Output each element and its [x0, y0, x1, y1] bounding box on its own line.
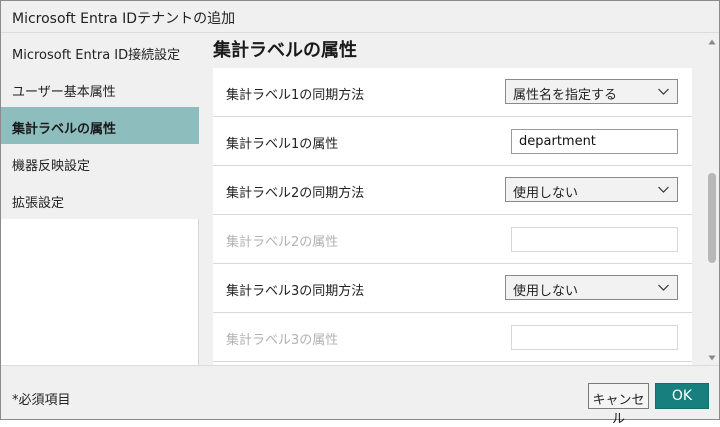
chevron-down-icon — [658, 284, 669, 291]
select-value: 属性名を指定する — [513, 88, 618, 103]
dialog-title: Microsoft Entra IDテナントの追加 — [12, 11, 236, 27]
chevron-down-icon — [658, 186, 669, 193]
field-label: 集計ラベル2の同期方法 — [226, 186, 365, 201]
scrollbar-thumb[interactable] — [708, 173, 716, 263]
form-panel: 集計ラベル1の同期方法 属性名を指定する 集計ラベル1の属性 departmen… — [213, 68, 692, 365]
form-row-label1-sync-method: 集計ラベル1の同期方法 属性名を指定する — [213, 68, 692, 117]
section-title: 集計ラベルの属性 — [213, 40, 357, 61]
input-value: department — [519, 134, 596, 149]
label2-sync-method-select[interactable]: 使用しない — [505, 177, 678, 202]
content-area: 集計ラベルの属性 集計ラベル1の同期方法 属性名を指定する 集計ラベル1の属性 … — [199, 33, 719, 365]
scroll-down-arrow-icon[interactable] — [708, 355, 716, 361]
add-tenant-dialog: Microsoft Entra IDテナントの追加 Microsoft Entr… — [0, 0, 720, 427]
required-fields-note: *必須項目 — [12, 393, 71, 408]
label2-attribute-input — [511, 227, 678, 252]
chevron-down-icon — [658, 88, 669, 95]
sidebar-item-label: Microsoft Entra ID接続設定 — [12, 48, 181, 63]
field-label: 集計ラベル3の属性 — [226, 333, 339, 348]
dialog-titlebar: Microsoft Entra IDテナントの追加 — [1, 1, 719, 33]
form-row-label3-attribute: 集計ラベル3の属性 — [213, 313, 692, 362]
sidebar-item-label: 拡張設定 — [12, 196, 65, 211]
ok-button-label: OK — [671, 388, 693, 404]
sidebar-item-entra-connection[interactable]: Microsoft Entra ID接続設定 — [1, 33, 199, 70]
sidebar-item-label: ユーザー基本属性 — [12, 85, 116, 100]
sidebar-item-label: 集計ラベルの属性 — [12, 122, 117, 137]
sidebar-item-device-reflection-settings[interactable]: 機器反映設定 — [1, 144, 199, 181]
sidebar-item-extended-settings[interactable]: 拡張設定 — [1, 181, 199, 218]
scroll-up-arrow-icon[interactable] — [708, 39, 716, 45]
sidebar-empty-area — [1, 219, 199, 365]
sidebar-item-label: 機器反映設定 — [12, 159, 91, 174]
cancel-button[interactable]: キャンセル — [588, 383, 649, 427]
form-row-label2-sync-method: 集計ラベル2の同期方法 使用しない — [213, 166, 692, 215]
sidebar-item-user-basic-attributes[interactable]: ユーザー基本属性 — [1, 70, 199, 107]
label1-sync-method-select[interactable]: 属性名を指定する — [505, 79, 678, 104]
ok-button[interactable]: OK — [655, 383, 709, 409]
field-label: 集計ラベル3の同期方法 — [226, 284, 365, 299]
sidebar-item-aggregation-label-attributes[interactable]: 集計ラベルの属性 — [1, 107, 199, 144]
label3-attribute-input — [511, 325, 678, 350]
field-label: 集計ラベル1の属性 — [226, 137, 339, 152]
field-label: 集計ラベル2の属性 — [226, 235, 339, 250]
select-value: 使用しない — [513, 186, 579, 201]
select-value: 使用しない — [513, 284, 579, 299]
dialog-footer: *必須項目 キャンセル OK — [1, 365, 719, 427]
label1-attribute-input[interactable]: department — [511, 129, 678, 154]
cancel-button-label: キャンセル — [592, 393, 645, 427]
form-row-label3-sync-method: 集計ラベル3の同期方法 使用しない — [213, 264, 692, 313]
vertical-scrollbar[interactable] — [705, 35, 719, 365]
sidebar: Microsoft Entra ID接続設定 ユーザー基本属性 集計ラベルの属性… — [1, 33, 199, 219]
form-row-label2-attribute: 集計ラベル2の属性 — [213, 215, 692, 264]
label3-sync-method-select[interactable]: 使用しない — [505, 275, 678, 300]
form-row-label1-attribute: 集計ラベル1の属性 department — [213, 117, 692, 166]
field-label: 集計ラベル1の同期方法 — [226, 88, 365, 103]
